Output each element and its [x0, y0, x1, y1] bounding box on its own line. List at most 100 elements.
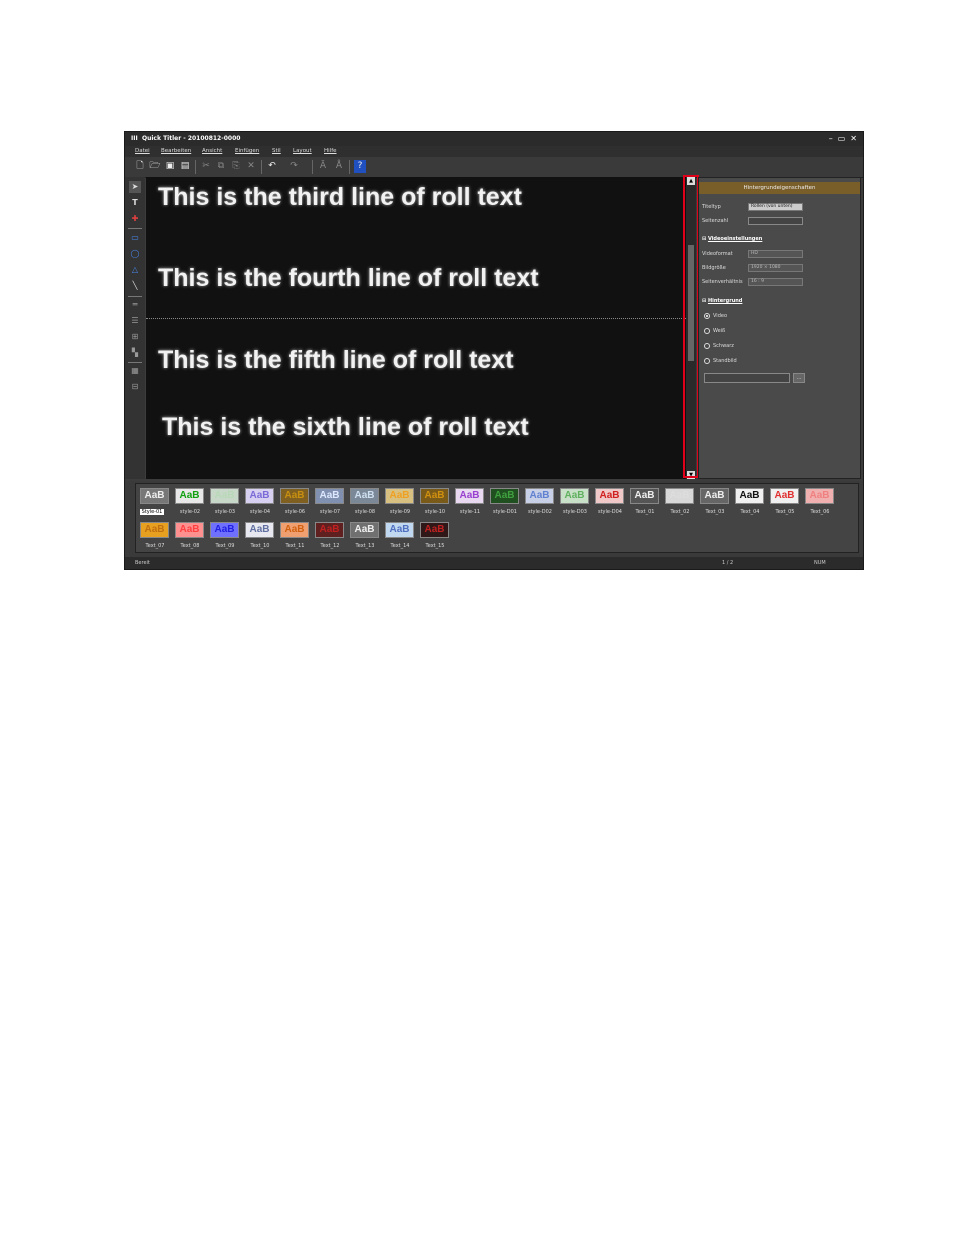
- text-edit-icon[interactable]: Å: [333, 160, 345, 173]
- title-bar[interactable]: III Quick Titler - 20100812-0000 – ▭ ✕: [125, 132, 863, 146]
- style-thumbnail[interactable]: AaB style-08: [348, 487, 382, 515]
- menu-ansicht[interactable]: Ansicht: [202, 146, 222, 157]
- redo-icon[interactable]: ↷: [288, 160, 300, 173]
- line-tool-icon[interactable]: ╲: [129, 280, 141, 292]
- distribute-icon[interactable]: ☰: [129, 315, 141, 327]
- menu-stil[interactable]: Stil: [272, 146, 281, 157]
- seitenzahl-field[interactable]: [748, 217, 803, 225]
- videoformat-dropdown[interactable]: HD: [748, 250, 803, 258]
- left-tool-palette: ➤ T ✚ ▭ ◯ △ ╲ ═ ☰ ⊞ ▚ ▦ ⊟: [125, 177, 145, 479]
- triangle-tool-icon[interactable]: △: [129, 264, 141, 276]
- radio-weiss[interactable]: [704, 328, 710, 334]
- delete-icon[interactable]: ✕: [245, 160, 257, 173]
- minimize-button[interactable]: –: [829, 132, 833, 146]
- radio-video[interactable]: [704, 313, 710, 319]
- style-thumbnail[interactable]: AaB Text_12: [313, 521, 347, 549]
- radio-standbild[interactable]: [704, 358, 710, 364]
- save-icon[interactable]: ▣: [164, 160, 176, 173]
- palette-divider: [128, 228, 142, 229]
- style-thumbnail[interactable]: AaB style-11: [453, 487, 487, 515]
- style-thumbnail[interactable]: AaB Text_13: [348, 521, 382, 549]
- style-thumbnail[interactable]: AaB Text_08: [173, 521, 207, 549]
- style-thumbnail[interactable]: AaB style-D04: [593, 487, 627, 515]
- seitenverhaeltnis-dropdown[interactable]: 16 : 9: [748, 278, 803, 286]
- style-thumbnail[interactable]: AaB Text_10: [243, 521, 277, 549]
- browse-button[interactable]: ...: [793, 373, 805, 383]
- roll-text-line[interactable]: This is the sixth line of roll text: [162, 413, 529, 442]
- menu-einfuegen[interactable]: Einfügen: [235, 146, 259, 157]
- style-thumbnail[interactable]: AaB style-04: [243, 487, 277, 515]
- style-thumbnail[interactable]: AaB Text_09: [208, 521, 242, 549]
- style-thumbnail[interactable]: AaB Text_15: [418, 521, 452, 549]
- standbild-path-field[interactable]: [704, 373, 790, 383]
- video-settings-section[interactable]: ⊟ Videoeinstellungen: [702, 236, 762, 242]
- title-canvas[interactable]: This is the third line of roll text This…: [146, 177, 686, 479]
- text-style-icon[interactable]: Ā: [317, 160, 329, 173]
- style-thumbnail[interactable]: AaB Text_11: [278, 521, 312, 549]
- style-preview: AaB: [595, 488, 624, 504]
- style-name: Text_13: [355, 543, 375, 549]
- align-icon[interactable]: ═: [129, 299, 141, 311]
- background-section[interactable]: ⊟ Hintergrund: [702, 298, 742, 304]
- style-thumbnail[interactable]: AaB Text_05: [768, 487, 802, 515]
- layout-icon[interactable]: ⊟: [129, 381, 141, 393]
- style-name: style-02: [179, 509, 201, 515]
- new-file-icon[interactable]: 🗋: [134, 160, 146, 173]
- text-tool-icon[interactable]: T: [129, 197, 141, 209]
- bildgroesse-dropdown[interactable]: 1920 × 1080: [748, 264, 803, 272]
- roll-text-line[interactable]: This is the fifth line of roll text: [158, 346, 514, 375]
- menu-hilfe[interactable]: Hilfe: [324, 146, 337, 157]
- titeltyp-dropdown[interactable]: Rollen (von unten): [748, 203, 803, 211]
- style-thumbnail[interactable]: AaB Text_04: [733, 487, 767, 515]
- style-thumbnail[interactable]: AaB Text_02: [663, 487, 697, 515]
- close-button[interactable]: ✕: [850, 132, 857, 146]
- maximize-button[interactable]: ▭: [838, 132, 846, 146]
- style-preview: AaB: [735, 488, 764, 504]
- safe-area-guide: [146, 318, 686, 319]
- open-file-icon[interactable]: 🗁: [149, 160, 161, 173]
- style-name: Text_15: [425, 543, 445, 549]
- style-thumbnail[interactable]: AaB style-06: [278, 487, 312, 515]
- status-text: Bereit: [135, 560, 150, 566]
- ellipse-tool-icon[interactable]: ◯: [129, 248, 141, 260]
- group-icon[interactable]: ▚: [129, 347, 141, 359]
- style-thumbnail[interactable]: AaB style-D03: [558, 487, 592, 515]
- style-thumbnail[interactable]: AaB Style-01: [138, 487, 172, 515]
- roll-text-line[interactable]: This is the fourth line of roll text: [158, 264, 539, 293]
- style-name: Text_10: [250, 543, 270, 549]
- style-thumbnail[interactable]: AaB style-D01: [488, 487, 522, 515]
- style-thumbnail[interactable]: AaB Text_07: [138, 521, 172, 549]
- style-thumbnail[interactable]: AaB Text_14: [383, 521, 417, 549]
- app-logo: III: [131, 135, 138, 142]
- rectangle-tool-icon[interactable]: ▭: [129, 232, 141, 244]
- style-name: style-D02: [527, 509, 552, 515]
- toolbar-divider: [312, 160, 313, 174]
- undo-icon[interactable]: ↶: [266, 160, 278, 173]
- color-tool-icon[interactable]: ✚: [129, 213, 141, 225]
- grid-icon[interactable]: ▦: [129, 365, 141, 377]
- style-thumbnail[interactable]: AaB style-10: [418, 487, 452, 515]
- style-thumbnail[interactable]: AaB Text_01: [628, 487, 662, 515]
- help-icon[interactable]: ?: [354, 160, 366, 173]
- style-thumbnail[interactable]: AaB style-09: [383, 487, 417, 515]
- style-thumbnail[interactable]: AaB Text_03: [698, 487, 732, 515]
- menu-bearbeiten[interactable]: Bearbeiten: [161, 146, 191, 157]
- style-thumbnail[interactable]: AaB style-02: [173, 487, 207, 515]
- videoformat-label: Videoformat: [702, 251, 733, 257]
- style-thumbnail[interactable]: AaB style-D02: [523, 487, 557, 515]
- style-thumbnail[interactable]: AaB style-07: [313, 487, 347, 515]
- style-thumbnail[interactable]: AaB style-03: [208, 487, 242, 515]
- copy-icon[interactable]: ⧉: [215, 160, 227, 173]
- save-as-icon[interactable]: ▤: [179, 160, 191, 173]
- menu-layout[interactable]: Layout: [293, 146, 312, 157]
- select-arrow-icon[interactable]: ➤: [129, 181, 141, 193]
- roll-text-line[interactable]: This is the third line of roll text: [158, 183, 522, 212]
- style-thumbnail[interactable]: AaB Text_06: [803, 487, 837, 515]
- cut-icon[interactable]: ✂: [200, 160, 212, 173]
- paste-icon[interactable]: ⎘: [230, 160, 242, 173]
- style-preview: AaB: [630, 488, 659, 504]
- center-icon[interactable]: ⊞: [129, 331, 141, 343]
- style-preview: AaB: [315, 522, 344, 538]
- radio-schwarz[interactable]: [704, 343, 710, 349]
- menu-datei[interactable]: Datei: [135, 146, 150, 157]
